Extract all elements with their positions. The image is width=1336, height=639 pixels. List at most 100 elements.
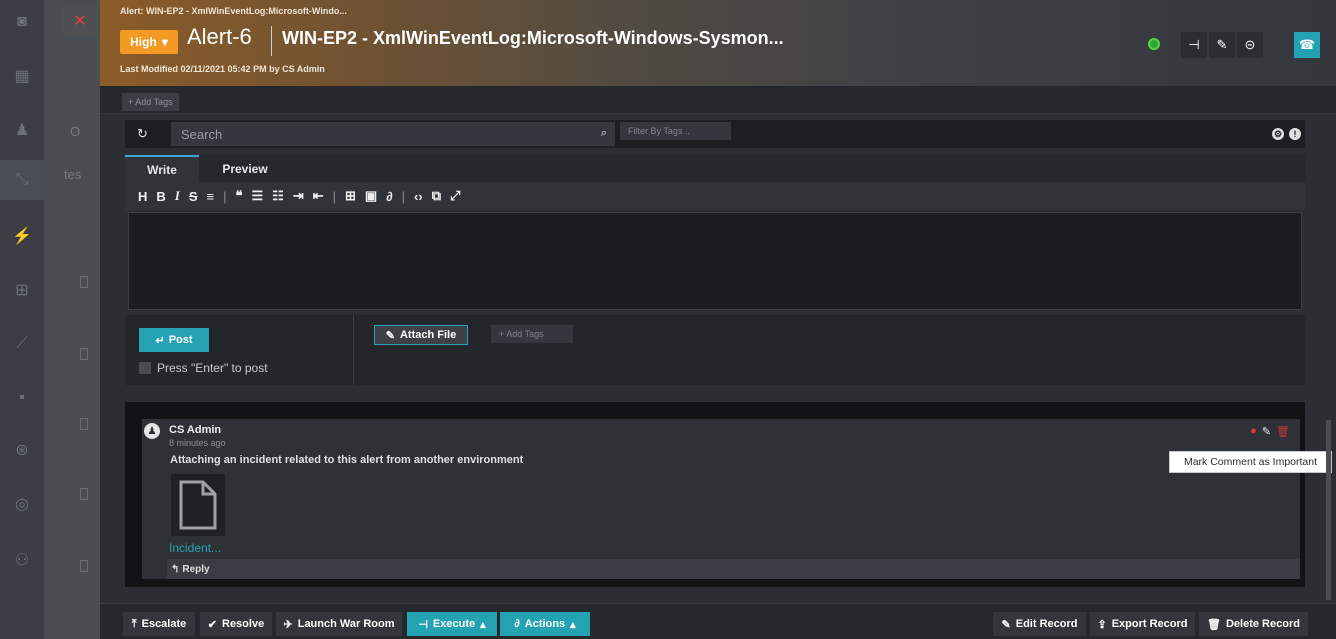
edit-record-label: Edit Record (1015, 618, 1078, 630)
escalate-label: Escalate (141, 618, 187, 630)
apps-icon: ▪ (19, 389, 25, 406)
scrollbar[interactable] (1326, 420, 1331, 600)
severity-label: High (130, 35, 157, 49)
edit-record-button[interactable]: ✎ Edit Record (993, 612, 1086, 636)
alert-id: Alert-6 (187, 24, 252, 49)
file-icon[interactable] (171, 474, 225, 536)
add-tags-button[interactable]: + Add Tags (491, 325, 573, 343)
outdent-icon[interactable]: ⇤ (313, 188, 324, 204)
divider (353, 315, 354, 385)
post-button[interactable]: ↵ Post (139, 328, 209, 352)
execute-icon: ⊣ (418, 618, 428, 631)
enter-to-post-label: Press "Enter" to post (157, 361, 268, 375)
page-title: WIN-EP2 - XmlWinEventLog:Microsoft-Windo… (282, 28, 784, 48)
background-checkbox (80, 276, 88, 288)
fullscreen-icon[interactable]: ⤢ (450, 188, 460, 204)
table-icon[interactable]: ⊞ (345, 188, 356, 204)
reply-icon: ↰ (171, 563, 180, 575)
analytics-icon: ⟋ (16, 335, 28, 352)
comment-editor: Write Preview H B I S ≡ | ❝ ☰ ☷ ⇥ ⇤ | ⊞ … (125, 155, 1305, 385)
code-icon[interactable]: ‹› (414, 189, 423, 204)
post-area: ↵ Post Press "Enter" to post ✎ Attach Fi… (125, 315, 1305, 385)
paperclip-icon: ✎ (385, 329, 395, 342)
filter-tags-input[interactable]: Filter By Tags .. (620, 122, 731, 140)
severity-dropdown[interactable]: High ▾ (120, 30, 178, 54)
comment-text: Attaching an incident related to this al… (170, 454, 524, 466)
logo-icon: ◙ (17, 13, 27, 30)
escalate-button[interactable]: ⤒ Escalate (123, 612, 195, 636)
italic-icon[interactable]: I (175, 188, 180, 204)
resolve-button[interactable]: ✔ Resolve (200, 612, 272, 636)
background-text: O (70, 124, 81, 139)
tag-bar: + Add Tags (100, 86, 1336, 114)
comment-actions: ● ✎ 🗑 (1250, 425, 1290, 438)
numbered-list-icon[interactable]: ☷ (272, 188, 284, 204)
delete-comment-icon[interactable]: 🗑 (1276, 425, 1290, 438)
heading-icon[interactable]: H (138, 189, 147, 204)
indent-icon[interactable]: ⇥ (293, 188, 304, 204)
execute-button[interactable]: ⊣ Execute ▴ (407, 612, 497, 636)
horizontal-rule-icon[interactable]: ≡ (207, 189, 215, 204)
collaboration-icon[interactable]: ☎ (1294, 32, 1320, 58)
edit-comment-icon[interactable]: ✎ (1262, 425, 1271, 438)
actions-button[interactable]: ∂ Actions ▴ (500, 612, 590, 636)
bold-icon[interactable]: B (156, 189, 165, 204)
checkmark-icon: ✔ (207, 618, 217, 631)
enter-icon: ↵ (155, 334, 165, 347)
avatar: ♟ (144, 423, 160, 439)
last-modified: Last Modified 02/11/2021 05:42 PM by CS … (120, 64, 325, 74)
reply-button[interactable]: ↰ Reply (167, 559, 1300, 579)
edit-icon: ✎ (1001, 618, 1011, 631)
quote-icon[interactable]: ❝ (236, 188, 243, 204)
execute-label: Execute (432, 618, 476, 630)
team-icon: ⚇ (14, 552, 30, 569)
attachment-link[interactable]: Incident... (169, 541, 221, 555)
add-tags-button[interactable]: + Add Tags (122, 93, 179, 111)
search-input[interactable]: Search ⌕ (171, 122, 615, 146)
editor-toolbar: H B I S ≡ | ❝ ☰ ☷ ⇥ ⇤ | ⊞ ▣ ∂ | ‹› ⧉ ⤢ (125, 182, 1305, 210)
search-icon: ⌕ (600, 127, 607, 139)
title-divider (271, 26, 272, 56)
background-checkbox (80, 348, 88, 360)
tab-write[interactable]: Write (125, 155, 199, 182)
status-indicator-icon (1148, 38, 1160, 50)
attach-file-label: Attach File (399, 329, 457, 341)
enter-to-post-checkbox[interactable] (139, 362, 151, 374)
refresh-icon[interactable]: ↻ (137, 126, 148, 142)
link-icon[interactable]: ∂ (386, 189, 392, 204)
bullet-list-icon[interactable]: ☰ (252, 188, 264, 204)
preview-icon[interactable]: ⧉ (432, 188, 441, 204)
strikethrough-icon[interactable]: S (189, 189, 198, 204)
footer-toolbar: ⤒ Escalate ✔ Resolve ✈ Launch War Room ⊣… (100, 603, 1336, 639)
actions-icon: ∂ (514, 618, 520, 630)
link-icon[interactable]: ⊝ (1237, 32, 1263, 58)
edit-icon[interactable]: ✎ (1209, 32, 1235, 58)
export-icon: ⇪ (1097, 618, 1107, 631)
mark-important-icon[interactable]: ● (1250, 425, 1257, 438)
relations-icon[interactable]: ⊣ (1181, 32, 1207, 58)
toolbar-separator: | (332, 188, 337, 204)
breadcrumb: Alert: WIN-EP2 - XmlWinEventLog:Microsof… (120, 6, 347, 16)
close-icon[interactable]: ✕ (62, 6, 98, 36)
background-checkbox (80, 488, 88, 500)
image-icon[interactable]: ▣ (365, 188, 377, 204)
toolbar-separator: | (223, 188, 227, 204)
comment-item: ♟ CS Admin 8 minutes ago Attaching an in… (142, 419, 1300, 579)
background-text: tes (64, 167, 82, 182)
reply-label: Reply (182, 563, 210, 575)
launch-war-room-button[interactable]: ✈ Launch War Room (276, 612, 402, 636)
background-checkbox (80, 418, 88, 430)
comment-list: ♟ CS Admin 8 minutes ago Attaching an in… (125, 402, 1305, 587)
settings-icon[interactable]: ⚙ (1272, 128, 1284, 140)
chevron-down-icon: ▾ (161, 35, 168, 49)
delete-record-button[interactable]: 🗑 Delete Record (1199, 612, 1308, 636)
actions-label: Actions (524, 618, 566, 630)
important-filter-icon[interactable]: ! (1289, 128, 1301, 140)
document-icon (179, 480, 217, 530)
resolve-label: Resolve (222, 618, 265, 630)
export-record-button[interactable]: ⇪ Export Record (1090, 612, 1195, 636)
comment-textarea[interactable] (128, 212, 1302, 310)
attach-file-button[interactable]: ✎ Attach File (374, 325, 468, 345)
app-sidebar: ◙ ▦ ♟ ⤡ ⚡ ⊞ ⟋ ▪ ⊛ ◎ ⚇ (0, 0, 44, 639)
tab-preview[interactable]: Preview (215, 155, 275, 182)
